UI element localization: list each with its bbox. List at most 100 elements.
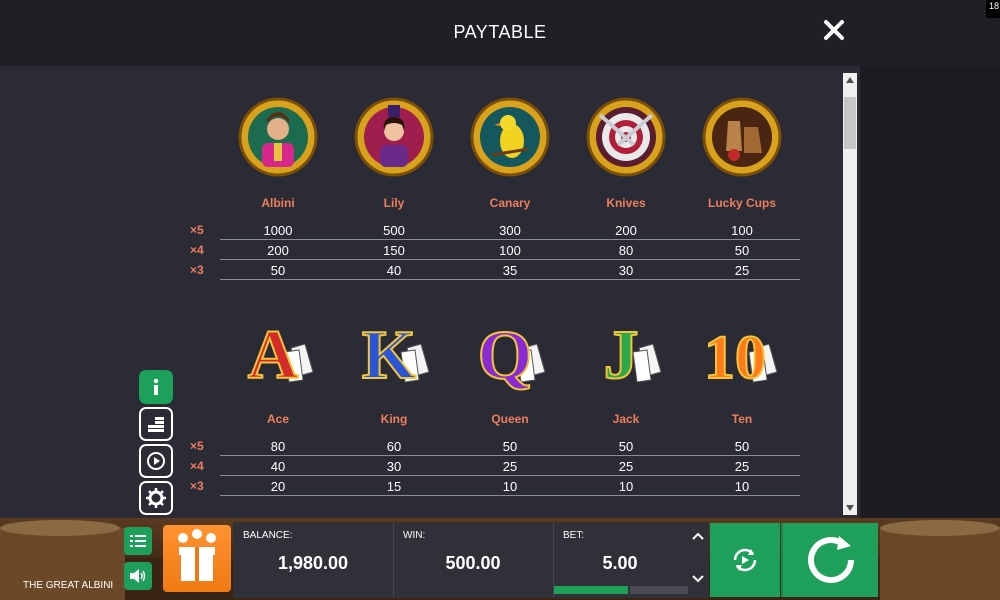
paytable-scrollbar[interactable] xyxy=(843,73,857,515)
gear-icon xyxy=(146,488,166,508)
scroll-up-button[interactable] xyxy=(843,73,857,87)
payout-row: ×3 20 15 10 10 10 xyxy=(190,476,800,496)
payout-value: 25 xyxy=(734,459,750,474)
bet-increase-button[interactable] xyxy=(688,526,708,546)
spin-button[interactable] xyxy=(781,523,878,597)
canary-symbol xyxy=(465,92,555,182)
jack-symbol: J xyxy=(581,308,671,398)
premium-symbols-section: Albini Lily Canary Knives Lucky Cups ×5 … xyxy=(190,92,800,282)
symbol-name: Albini xyxy=(261,196,295,210)
lucky-cups-symbol xyxy=(697,92,787,182)
settings-button[interactable] xyxy=(139,481,173,515)
payout-row: ×4 40 30 25 25 25 xyxy=(190,456,800,476)
premium-symbol-icons xyxy=(220,92,800,182)
payout-value: 30 xyxy=(386,459,402,474)
ace-card-letter-icon: A xyxy=(247,316,314,395)
symbol-name: Knives xyxy=(606,196,646,210)
card-letter: Q xyxy=(478,317,532,394)
payout-row: ×4 200 150 100 80 50 xyxy=(190,240,800,260)
card-symbol-names: Ace King Queen Jack Ten xyxy=(220,412,800,428)
autoplay-refresh-icon xyxy=(733,548,757,572)
symbol-name: Canary xyxy=(489,196,531,210)
scroll-thumb[interactable] xyxy=(844,97,856,149)
bet-decrease-button[interactable] xyxy=(688,569,708,589)
bet-settings-button[interactable] xyxy=(139,407,173,441)
corner-badge: 18 xyxy=(986,0,1000,18)
card-letter: A xyxy=(248,317,299,394)
symbol-name: Queen xyxy=(491,412,529,426)
symbol-name: Ace xyxy=(266,412,289,426)
payout-value: 200 xyxy=(267,243,289,258)
payout-value: 25 xyxy=(502,459,518,474)
payout-value: 10 xyxy=(734,479,750,494)
autoplay-settings-button[interactable] xyxy=(139,444,173,478)
menu-button[interactable] xyxy=(124,527,152,555)
payout-value: 10 xyxy=(618,479,634,494)
payout-value: 10 xyxy=(502,479,518,494)
bet-label: BET: xyxy=(563,530,585,541)
king-card-letter-icon: K xyxy=(361,316,430,395)
king-symbol: K xyxy=(349,308,439,398)
payout-value: 300 xyxy=(499,223,521,238)
payout-row: ×5 80 60 50 50 50 xyxy=(190,436,800,456)
bet-level-fill xyxy=(554,586,628,594)
payout-value: 50 xyxy=(734,439,750,454)
lady-portrait-icon xyxy=(354,97,434,177)
payout-value: 50 xyxy=(502,439,518,454)
payout-value: 50 xyxy=(618,439,634,454)
gift-bonus-button[interactable] xyxy=(163,525,231,592)
payout-value: 100 xyxy=(731,223,753,238)
payout-value: 80 xyxy=(270,439,286,454)
autoplay-button[interactable] xyxy=(710,523,780,597)
scroll-down-button[interactable] xyxy=(843,501,857,515)
premium-symbol-names: Albini Lily Canary Knives Lucky Cups xyxy=(220,196,800,212)
payout-value: 500 xyxy=(383,223,405,238)
close-button[interactable] xyxy=(822,18,846,42)
ten-symbol: 10 xyxy=(697,308,787,398)
payout-value: 40 xyxy=(386,263,402,278)
paytable-content: Albini Lily Canary Knives Lucky Cups ×5 … xyxy=(0,66,860,518)
win-display: WIN: 500.00 xyxy=(393,522,553,598)
payout-value: 50 xyxy=(270,263,286,278)
info-button[interactable] xyxy=(139,370,173,404)
autoplay-icon xyxy=(147,452,165,470)
lily-symbol xyxy=(349,92,439,182)
card-letter: 10 xyxy=(704,324,766,392)
payout-row: ×3 50 40 35 30 25 xyxy=(190,260,800,280)
bet-value: 5.00 xyxy=(602,553,638,573)
game-name: THE GREAT ALBINI xyxy=(23,580,114,591)
triangle-up-icon xyxy=(846,77,854,83)
chevron-down-icon xyxy=(692,575,704,583)
info-icon xyxy=(153,378,159,395)
symbol-name: Jack xyxy=(612,412,640,426)
balance-display: BALANCE: 1,980.00 xyxy=(233,522,393,598)
card-symbol-icons: A K Q J 10 xyxy=(220,308,800,398)
card-symbols-section: A K Q J 10 Ace King Queen Jack Ten ×5 80… xyxy=(190,308,800,498)
win-value: 500.00 xyxy=(445,553,501,573)
lucky-cups-icon xyxy=(702,97,782,177)
magician-portrait-icon xyxy=(238,97,318,177)
payout-value: 80 xyxy=(618,243,634,258)
symbol-name: Ten xyxy=(731,412,753,426)
card-letter: J xyxy=(604,317,639,394)
row-divider xyxy=(220,495,800,496)
triangle-down-icon xyxy=(846,505,854,511)
bet-level-track xyxy=(630,586,688,594)
payout-value: 35 xyxy=(502,263,518,278)
control-bar: THE GREAT ALBINI BALANCE: 1,980.00 WIN: … xyxy=(0,518,1000,600)
payout-value: 40 xyxy=(270,459,286,474)
payout-value: 200 xyxy=(615,223,637,238)
ace-symbol: A xyxy=(233,308,323,398)
payout-row: ×5 1000 500 300 200 100 xyxy=(190,220,800,240)
row-divider xyxy=(220,279,800,280)
payout-value: 15 xyxy=(386,479,402,494)
gift-icon xyxy=(178,529,216,581)
symbol-name: Lily xyxy=(383,196,405,210)
payout-value: 1000 xyxy=(263,223,293,238)
payout-value: 25 xyxy=(734,263,750,278)
queen-symbol: Q xyxy=(465,308,555,398)
payout-value: 150 xyxy=(383,243,405,258)
sound-button[interactable] xyxy=(124,562,152,590)
canary-bird-icon xyxy=(470,97,550,177)
payout-value: 25 xyxy=(618,459,634,474)
